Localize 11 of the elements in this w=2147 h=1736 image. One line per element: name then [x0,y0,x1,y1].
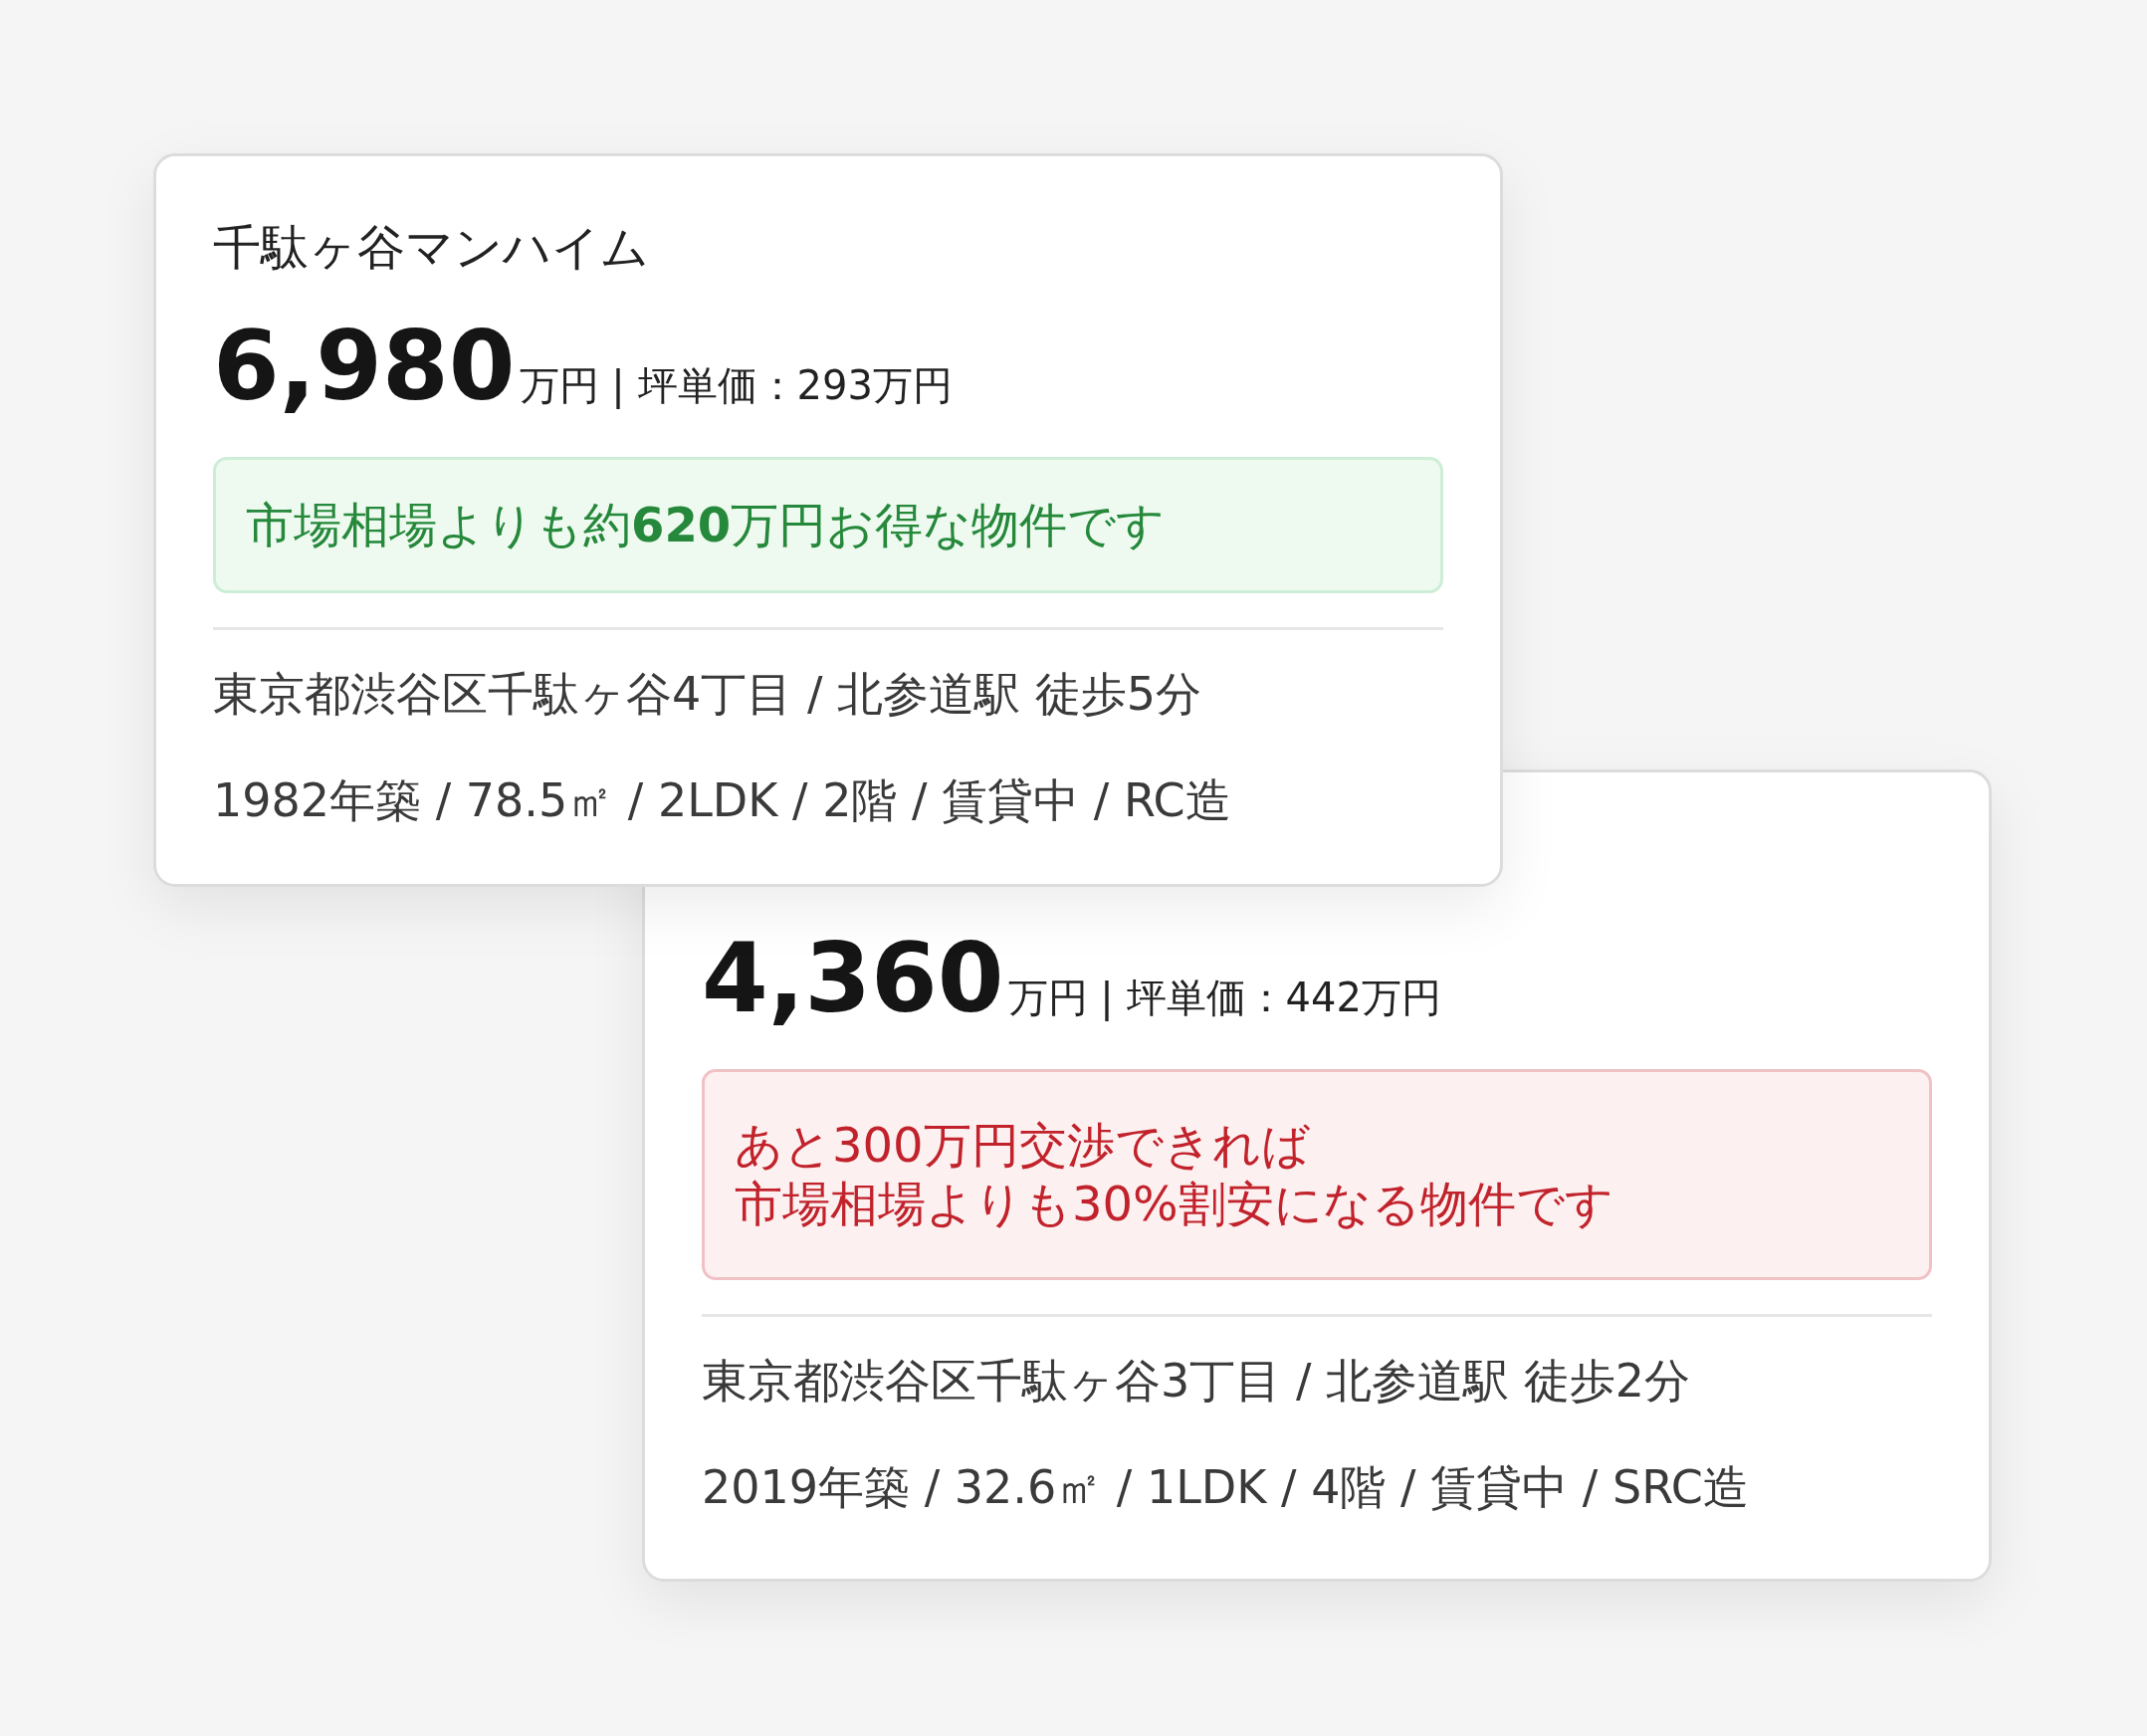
property-details: 1982年築 / 78.5㎡ / 2LDK / 2階 / 賃貸中 / RC造 [213,772,1232,829]
unit-price-text: 万円 | 坪単価：293万円 [519,361,953,411]
property-details: 2019年築 / 32.6㎡ / 1LDK / 4階 / 賃貸中 / SRC造 [702,1459,1750,1516]
price: 6,980 [213,310,516,424]
address-text: 東京都渋谷区千駄ヶ谷4丁目 / 北参道駅 徒歩5分 [213,666,1202,723]
unit-price-text: 万円 | 坪単価：442万円 [1007,974,1441,1023]
deal-note: あと300万円交渉できれば 市場相場よりも30%割安になる物件です [702,1069,1932,1280]
property-name: 千駄ヶ谷マンハイム [213,218,650,276]
deal-note: 市場相場よりも約620万円お得な物件です [213,457,1443,593]
price: 4,360 [702,922,1004,1036]
address-text: 東京都渋谷区千駄ヶ谷3丁目 / 北参道駅 徒歩2分 [702,1353,1691,1410]
